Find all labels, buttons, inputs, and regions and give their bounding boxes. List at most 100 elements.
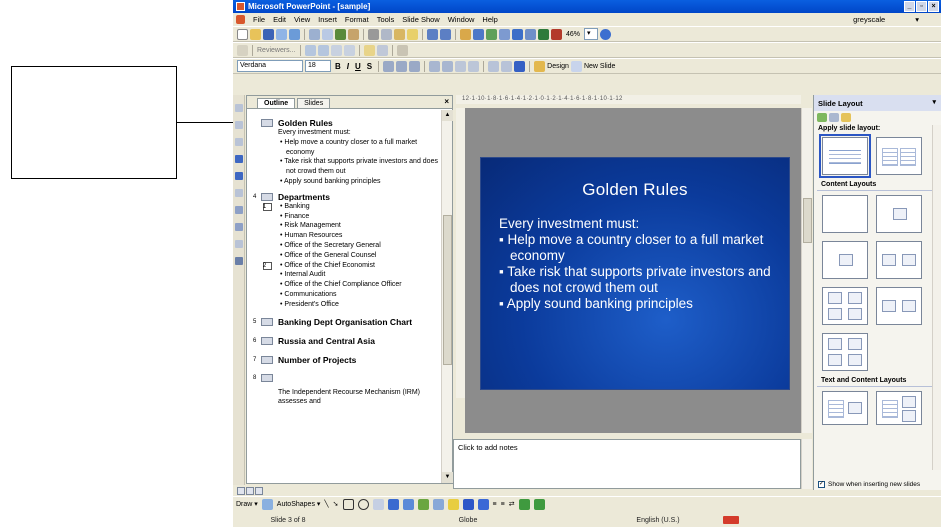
menu-edit[interactable]: Edit xyxy=(273,15,286,24)
print-icon[interactable] xyxy=(309,28,320,40)
new-slide-icon[interactable] xyxy=(570,60,582,72)
format-painter-icon[interactable] xyxy=(407,28,418,40)
close-pane-icon[interactable]: × xyxy=(444,97,449,106)
layout-text-content[interactable] xyxy=(822,391,868,425)
minimize-button[interactable]: _ xyxy=(904,1,915,12)
layout-content[interactable] xyxy=(822,241,868,279)
menu-file[interactable]: File xyxy=(253,15,265,24)
outline-slide-8[interactable]: 8 xyxy=(253,373,440,382)
scroll-up-icon[interactable]: ▲ xyxy=(442,110,453,121)
zoom-box[interactable]: 46% xyxy=(566,31,580,38)
draw-menu[interactable]: Draw ▾ xyxy=(236,500,258,508)
arrow-style-icon[interactable]: ⇄ xyxy=(509,500,515,508)
line-color-icon[interactable] xyxy=(462,498,474,510)
zoom-dropdown[interactable]: ▾ xyxy=(584,28,599,40)
line-style-icon[interactable]: ≡ xyxy=(493,501,497,508)
menu-format[interactable]: Format xyxy=(345,15,369,24)
show-formatting-icon[interactable] xyxy=(525,28,536,40)
show-when-inserting-checkbox[interactable]: ✓ Show when inserting new slides xyxy=(818,481,920,488)
outline-slide-7[interactable]: 7 Number of Projects xyxy=(253,355,440,365)
task-pane-scrollbar[interactable] xyxy=(932,125,941,470)
undo-icon[interactable] xyxy=(427,28,438,40)
textbox-icon[interactable] xyxy=(372,498,384,510)
research-icon[interactable] xyxy=(348,28,359,40)
comment-tag[interactable]: 2 xyxy=(263,261,272,270)
move-up-icon[interactable] xyxy=(234,138,243,146)
line-icon[interactable]: ╲ xyxy=(324,500,328,508)
design-icon[interactable] xyxy=(534,60,546,72)
doc-icon[interactable] xyxy=(236,15,245,24)
print-preview-icon[interactable] xyxy=(322,28,333,40)
apply-change-icon[interactable] xyxy=(330,44,342,56)
menu-help[interactable]: Help xyxy=(482,15,497,24)
menu-view[interactable]: View xyxy=(294,15,310,24)
task-pane-dropdown-icon[interactable]: ▾ xyxy=(932,98,936,106)
shadow-style-icon[interactable] xyxy=(518,498,530,510)
autoshapes-menu[interactable]: AutoShapes ▾ xyxy=(277,500,321,508)
font-size-box[interactable]: 18 xyxy=(305,60,331,72)
next-item-icon[interactable] xyxy=(317,44,329,56)
checkbox-icon[interactable]: ✓ xyxy=(818,481,825,488)
center-icon[interactable] xyxy=(396,60,408,72)
move-down-icon[interactable] xyxy=(234,155,243,163)
underline-button[interactable]: U xyxy=(353,62,363,71)
back-icon[interactable] xyxy=(817,113,827,122)
forward-icon[interactable] xyxy=(829,113,839,122)
outline-slide-5[interactable]: 5 Banking Dept Organisation Chart xyxy=(253,317,440,327)
task-pane-header[interactable]: Slide Layout ▾ xyxy=(814,95,941,111)
insert-chart-icon[interactable] xyxy=(460,28,471,40)
decrease-font-icon[interactable] xyxy=(468,60,480,72)
rectangle-icon[interactable] xyxy=(342,498,354,510)
spelling-icon[interactable] xyxy=(335,28,346,40)
layout-title-content[interactable] xyxy=(876,195,922,233)
collapse-icon[interactable] xyxy=(234,172,243,180)
restore-button[interactable]: ▫ xyxy=(916,1,927,12)
scroll-down-icon[interactable]: ▼ xyxy=(442,472,453,483)
align-left-icon[interactable] xyxy=(383,60,395,72)
shadow-button[interactable]: S xyxy=(365,62,374,71)
expand-all-outline-icon[interactable] xyxy=(234,223,243,231)
fill-color-icon[interactable] xyxy=(447,498,459,510)
wordart-icon[interactable] xyxy=(387,498,399,510)
color-grayscale-icon[interactable] xyxy=(551,28,562,40)
bold-button[interactable]: B xyxy=(333,62,343,71)
font-color-draw-icon[interactable] xyxy=(477,498,489,510)
layout-two-column[interactable] xyxy=(876,137,922,175)
save-icon[interactable] xyxy=(263,28,274,40)
question-dropdown-icon[interactable]: ▾ xyxy=(915,15,919,24)
slide-sorter-icon[interactable] xyxy=(246,487,254,495)
delete-comment-icon[interactable] xyxy=(343,44,355,56)
outline-slide-4[interactable]: 4 Departments xyxy=(253,192,440,202)
redo-icon[interactable] xyxy=(440,28,451,40)
layout-four-content-2[interactable] xyxy=(822,333,868,371)
oval-icon[interactable] xyxy=(357,498,369,510)
outline-text[interactable]: Golden Rules Every investment must: • He… xyxy=(247,110,440,483)
arrow-icon[interactable]: ➘ xyxy=(333,500,339,508)
summary-slide-icon[interactable] xyxy=(234,240,243,248)
expand-icon[interactable] xyxy=(234,189,243,197)
layout-content-over[interactable] xyxy=(876,287,922,325)
show-formatting-outline-icon[interactable] xyxy=(234,257,243,265)
new-slide-button[interactable]: New Slide xyxy=(584,63,616,70)
dash-style-icon[interactable]: ≡ xyxy=(501,501,505,508)
menu-insert[interactable]: Insert xyxy=(318,15,337,24)
normal-view-icon[interactable] xyxy=(237,487,245,495)
insert-table-icon[interactable] xyxy=(473,28,484,40)
layout-four-content[interactable] xyxy=(822,287,868,325)
expand-all-icon[interactable] xyxy=(512,28,523,40)
edit-comment-icon[interactable] xyxy=(376,44,388,56)
tab-slides[interactable]: Slides xyxy=(297,98,331,108)
reviewing-pane-icon[interactable] xyxy=(396,44,408,56)
insert-comment-icon[interactable] xyxy=(363,44,375,56)
clipart-icon[interactable] xyxy=(417,498,429,510)
decrease-indent-icon[interactable] xyxy=(488,60,500,72)
slide-scrollbar[interactable] xyxy=(801,108,812,433)
notes-pane[interactable]: Click to add notes xyxy=(453,439,801,489)
demote-icon[interactable] xyxy=(234,121,243,129)
collapse-all-icon[interactable] xyxy=(234,206,243,214)
copy-icon[interactable] xyxy=(381,28,392,40)
open-icon[interactable] xyxy=(250,28,261,40)
show-grid-icon[interactable] xyxy=(538,28,549,40)
scroll-thumb[interactable] xyxy=(443,215,452,365)
menu-slideshow[interactable]: Slide Show xyxy=(402,15,440,24)
